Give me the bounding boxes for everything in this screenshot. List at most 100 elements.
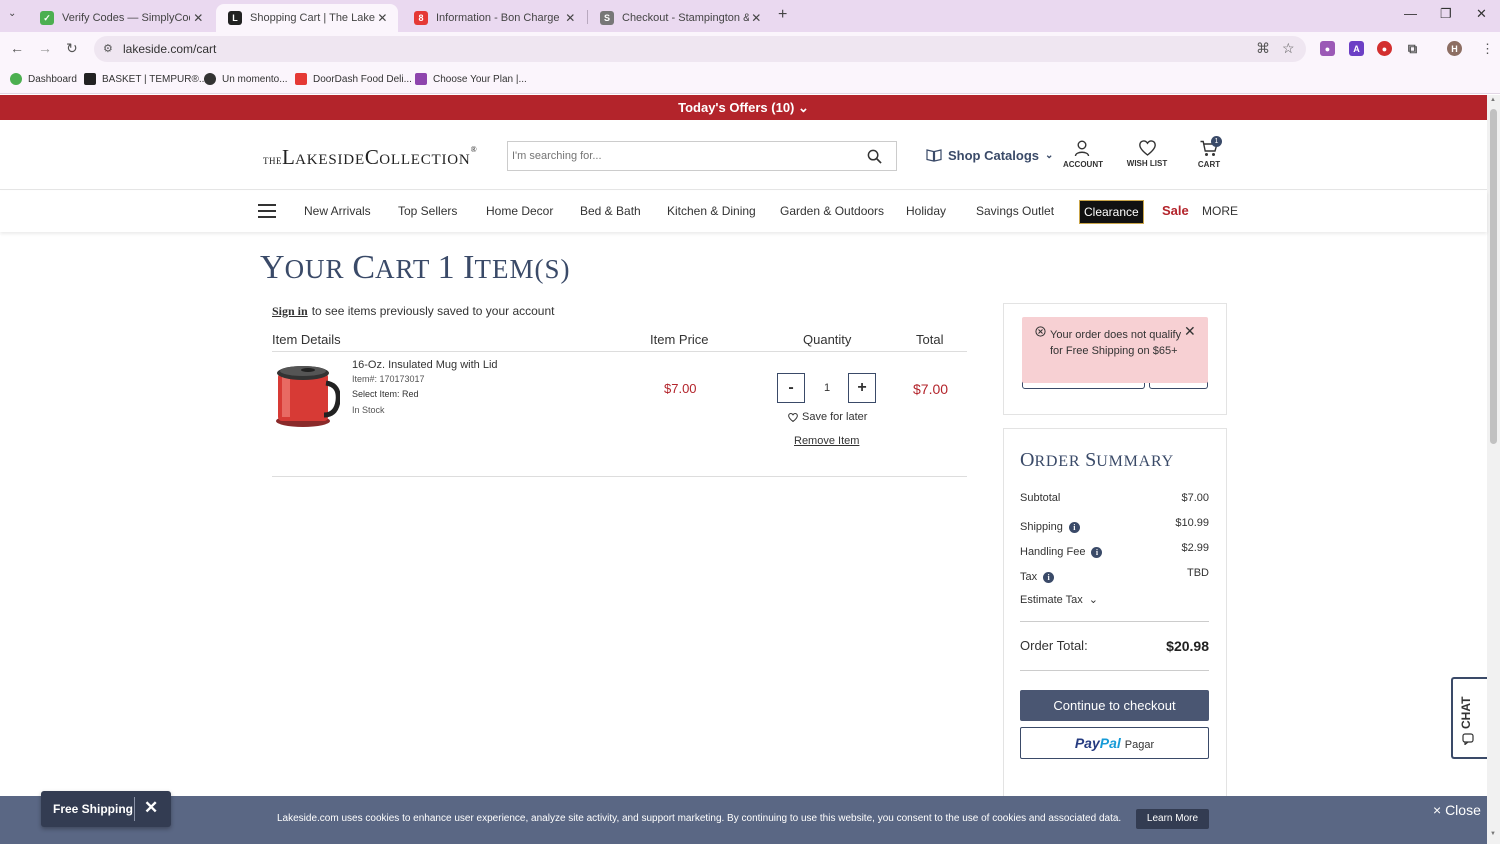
- product-image-mug[interactable]: [274, 361, 340, 429]
- product-item-number: Item#: 170173017: [352, 374, 425, 384]
- tab-title: Checkout - Stampington & Com: [622, 12, 749, 24]
- nav-bed-bath[interactable]: Bed & Bath: [580, 204, 641, 218]
- nav-new-arrivals[interactable]: New Arrivals: [304, 204, 371, 218]
- divider: [272, 351, 967, 352]
- minimize-icon[interactable]: —: [1404, 6, 1417, 21]
- extension-red-icon[interactable]: ●: [1377, 41, 1392, 56]
- scroll-down-icon[interactable]: ▼: [1490, 831, 1496, 837]
- signin-link[interactable]: Sign in: [272, 304, 308, 318]
- lakeside-logo[interactable]: THELAKESIDECOLLECTION®: [263, 145, 477, 170]
- heart-icon: [1138, 140, 1156, 156]
- title-part: I: [463, 249, 475, 286]
- logo-l: L: [282, 145, 296, 169]
- tab-title: Information - Bon Charge - Che: [436, 12, 563, 24]
- close-alert-icon[interactable]: ✕: [1184, 323, 1196, 340]
- bookmark-favicon-icon: [415, 73, 427, 85]
- tab-close-icon[interactable]: ✕: [563, 11, 578, 25]
- title-part: RDER: [1034, 453, 1086, 470]
- quantity-decrease-button[interactable]: -: [777, 373, 805, 403]
- product-name[interactable]: 16-Oz. Insulated Mug with Lid: [352, 359, 498, 371]
- title-part: C: [352, 249, 376, 286]
- bookmark-dashboard[interactable]: Dashboard: [10, 73, 77, 85]
- title-part: TEM(S): [474, 254, 571, 284]
- bookmark-label: Dashboard: [28, 73, 77, 85]
- bookmark-un-momento[interactable]: Un momento...: [204, 73, 288, 85]
- site-info-icon[interactable]: ⚙: [103, 42, 113, 55]
- translate-icon[interactable]: ⌘: [1256, 40, 1270, 57]
- bookmark-star-icon[interactable]: ☆: [1282, 40, 1295, 57]
- reload-icon[interactable]: ↻: [66, 40, 78, 57]
- nav-sale[interactable]: Sale: [1162, 203, 1189, 218]
- tab-close-icon[interactable]: ✕: [749, 11, 764, 25]
- browser-menu-icon[interactable]: ⋮: [1481, 41, 1494, 57]
- open-book-icon: [926, 149, 942, 162]
- url-text[interactable]: lakeside.com/cart: [123, 42, 216, 56]
- column-quantity: Quantity: [803, 332, 852, 347]
- remove-item-link[interactable]: Remove Item: [794, 435, 859, 447]
- profile-avatar[interactable]: H: [1447, 41, 1462, 56]
- forward-icon[interactable]: →: [38, 40, 52, 56]
- scroll-up-icon[interactable]: ▲: [1490, 97, 1496, 103]
- new-tab-icon[interactable]: +: [778, 6, 787, 24]
- wishlist-link[interactable]: WISH LIST: [1126, 140, 1168, 168]
- tax-info-icon[interactable]: i: [1043, 571, 1055, 583]
- bookmark-label: Un momento...: [222, 73, 288, 85]
- nav-more[interactable]: MORE: [1202, 204, 1238, 218]
- nav-kitchen-dining[interactable]: Kitchen & Dining: [667, 204, 756, 218]
- back-icon[interactable]: ←: [10, 40, 24, 56]
- nav-home-decor[interactable]: Home Decor: [486, 204, 553, 218]
- close-window-icon[interactable]: ✕: [1476, 6, 1487, 22]
- continue-to-checkout-button[interactable]: Continue to checkout: [1020, 690, 1209, 721]
- bookmark-choose-plan[interactable]: Choose Your Plan |...: [415, 73, 527, 85]
- browser-tab-lakeside[interactable]: L Shopping Cart | The Lakeside C ✕: [216, 4, 398, 32]
- bookmark-tempur[interactable]: BASKET | TEMPUR®...: [84, 73, 207, 85]
- search-input[interactable]: [512, 148, 852, 164]
- free-shipping-popup[interactable]: Free Shipping ✕: [41, 791, 171, 827]
- extension-a-icon[interactable]: A: [1349, 41, 1364, 56]
- extensions-puzzle-icon[interactable]: ⧉: [1405, 41, 1420, 56]
- close-free-shipping-icon[interactable]: ✕: [144, 798, 158, 818]
- estimate-tax-toggle[interactable]: Estimate Tax ⌄: [1020, 593, 1098, 607]
- bookmark-doordash[interactable]: DoorDash Food Deli...: [295, 73, 412, 85]
- handling-info-icon[interactable]: i: [1091, 546, 1103, 558]
- quantity-increase-button[interactable]: +: [848, 373, 876, 403]
- browser-tab-bon-charge[interactable]: 8 Information - Bon Charge - Che ✕: [402, 4, 586, 32]
- tab-title: Shopping Cart | The Lakeside C: [250, 12, 375, 24]
- restore-icon[interactable]: ❐: [1440, 6, 1452, 22]
- cookie-close-button[interactable]: × Close: [1433, 802, 1481, 818]
- title-part: ART: [375, 254, 438, 284]
- search-icon[interactable]: [867, 149, 882, 164]
- todays-offers-banner[interactable]: Today's Offers (10) ⌄: [0, 95, 1487, 120]
- paypal-button[interactable]: PayPal Pagar: [1020, 727, 1209, 759]
- scrollbar-thumb[interactable]: [1490, 109, 1497, 444]
- address-bar[interactable]: ⚙ lakeside.com/cart ⌘ ☆: [94, 36, 1306, 62]
- quantity-input[interactable]: [808, 374, 846, 402]
- user-icon: [1074, 140, 1090, 157]
- shipping-info-icon[interactable]: i: [1068, 521, 1080, 533]
- nav-savings-outlet[interactable]: Savings Outlet: [976, 204, 1054, 218]
- nav-holiday[interactable]: Holiday: [906, 204, 946, 218]
- subtotal-label: Subtotal: [1020, 492, 1060, 504]
- account-label: ACCOUNT: [1063, 160, 1103, 169]
- tab-close-icon[interactable]: ✕: [190, 11, 206, 25]
- page-scrollbar[interactable]: ▲ ▼: [1487, 95, 1500, 844]
- browser-tab-stampington[interactable]: S Checkout - Stampington & Com ✕: [588, 4, 772, 32]
- divider: [1020, 621, 1209, 622]
- browser-toolbar: ← → ↻ ⚙ lakeside.com/cart ⌘ ☆: [0, 32, 1500, 66]
- nav-top-sellers[interactable]: Top Sellers: [398, 204, 457, 218]
- hamburger-menu-icon[interactable]: [258, 204, 276, 222]
- extension-icon[interactable]: ●: [1320, 41, 1335, 56]
- nav-garden-outdoors[interactable]: Garden & Outdoors: [780, 204, 884, 218]
- account-link[interactable]: ACCOUNT: [1063, 140, 1103, 169]
- save-for-later-link[interactable]: Save for later: [788, 411, 867, 423]
- chat-tab[interactable]: CHAT: [1451, 677, 1487, 759]
- cart-label: CART: [1197, 160, 1221, 169]
- browser-tab-simplycodes[interactable]: ✓ Verify Codes — SimplyCodes ✕: [28, 4, 214, 32]
- tab-search-dropdown-icon[interactable]: ⌄: [8, 8, 16, 19]
- nav-clearance[interactable]: Clearance: [1079, 200, 1144, 224]
- learn-more-button[interactable]: Learn More: [1136, 809, 1209, 829]
- tab-close-icon[interactable]: ✕: [375, 11, 390, 25]
- tax-text: Tax: [1020, 571, 1038, 583]
- tax-label: Tax i: [1020, 571, 1055, 583]
- shop-catalogs-dropdown[interactable]: Shop Catalogs ⌄: [926, 148, 1053, 163]
